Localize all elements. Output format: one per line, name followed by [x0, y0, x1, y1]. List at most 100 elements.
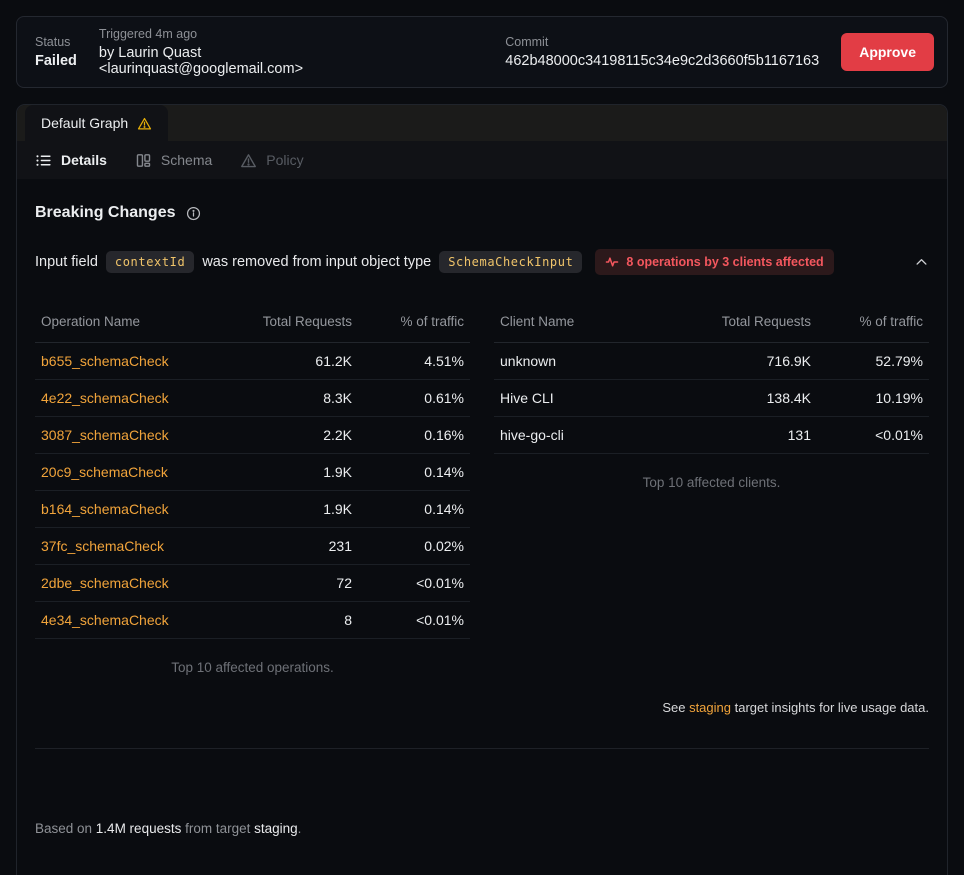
change-text-middle: was removed from input object type — [202, 254, 431, 270]
graph-panel: Default Graph Details Schema Policy — [16, 104, 948, 875]
traffic-value: <0.01% — [811, 427, 923, 443]
tab-schema-label: Schema — [161, 152, 212, 168]
graph-tab-strip: Default Graph — [17, 105, 947, 141]
check-view-toolbar: Details Schema Policy — [17, 141, 947, 179]
operation-link[interactable]: 37fc_schemaCheck — [41, 538, 234, 554]
col-client-name: Client Name — [500, 314, 693, 329]
usage-summary: Based on 1.4M requests from target stagi… — [35, 779, 929, 875]
triggered-author: by Laurin Quast <laurinquast@googlemail.… — [99, 45, 339, 77]
operation-link[interactable]: 2dbe_schemaCheck — [41, 575, 234, 591]
usage-text: Based on — [35, 821, 96, 836]
breaking-changes-heading: Breaking Changes — [35, 204, 929, 222]
requests-value: 716.9K — [693, 353, 811, 369]
usage-target-name: staging — [254, 821, 298, 836]
traffic-value: 0.61% — [352, 390, 464, 406]
info-icon[interactable] — [186, 206, 201, 221]
client-name: hive-go-cli — [500, 427, 693, 443]
triggered-label: Triggered 4m ago — [99, 27, 339, 41]
requests-value: 131 — [693, 427, 811, 443]
policy-warning-icon — [240, 152, 257, 169]
col-total-requests: Total Requests — [693, 314, 811, 329]
operation-link[interactable]: b164_schemaCheck — [41, 501, 234, 517]
client-name: Hive CLI — [500, 390, 693, 406]
approve-button[interactable]: Approve — [841, 33, 934, 71]
operations-table-header: Operation Name Total Requests % of traff… — [35, 312, 470, 343]
status-column: Status Failed — [35, 35, 77, 69]
traffic-value: <0.01% — [352, 612, 464, 628]
clients-footnote: Top 10 affected clients. — [494, 475, 929, 490]
requests-value: 1.9K — [234, 464, 352, 480]
table-row: 2dbe_schemaCheck 72 <0.01% — [35, 565, 470, 602]
table-row: 3087_schemaCheck 2.2K 0.16% — [35, 417, 470, 454]
section-title: Breaking Changes — [35, 204, 175, 222]
operation-link[interactable]: 20c9_schemaCheck — [41, 464, 234, 480]
col-operation-name: Operation Name — [41, 314, 234, 329]
affected-tables: Operation Name Total Requests % of traff… — [35, 312, 929, 675]
col-traffic: % of traffic — [352, 314, 464, 329]
requests-value: 1.9K — [234, 501, 352, 517]
requests-value: 8 — [234, 612, 352, 628]
tab-details[interactable]: Details — [35, 152, 107, 169]
col-total-requests: Total Requests — [234, 314, 352, 329]
traffic-value: <0.01% — [352, 575, 464, 591]
operations-table: Operation Name Total Requests % of traff… — [35, 312, 470, 675]
requests-value: 2.2K — [234, 427, 352, 443]
usage-request-count: 1.4M requests — [96, 821, 182, 836]
activity-pulse-icon — [605, 255, 619, 269]
table-row: 20c9_schemaCheck 1.9K 0.14% — [35, 454, 470, 491]
table-row: hive-go-cli 131 <0.01% — [494, 417, 929, 454]
operation-link[interactable]: 3087_schemaCheck — [41, 427, 234, 443]
requests-value: 61.2K — [234, 353, 352, 369]
schema-icon — [135, 152, 152, 169]
chevron-up-icon[interactable] — [914, 255, 929, 270]
commit-hash: 462b48000c34198115c34e9c2d3660f5b1167163 — [505, 53, 819, 69]
triggered-column: Triggered 4m ago by Laurin Quast <laurin… — [99, 27, 339, 77]
requests-value: 72 — [234, 575, 352, 591]
tab-policy[interactable]: Policy — [240, 152, 303, 169]
list-icon — [35, 152, 52, 169]
requests-value: 138.4K — [693, 390, 811, 406]
operation-link[interactable]: b655_schemaCheck — [41, 353, 234, 369]
affected-badge-label: 8 operations by 3 clients affected — [626, 255, 823, 269]
usage-text: from target — [181, 821, 254, 836]
status-value: Failed — [35, 53, 77, 69]
traffic-value: 52.79% — [811, 353, 923, 369]
operation-link[interactable]: 4e34_schemaCheck — [41, 612, 234, 628]
clients-table: Client Name Total Requests % of traffic … — [494, 312, 929, 675]
table-row: Hive CLI 138.4K 10.19% — [494, 380, 929, 417]
check-summary-card: Status Failed Triggered 4m ago by Laurin… — [16, 16, 948, 88]
client-name: unknown — [500, 353, 693, 369]
insights-line: See staging target insights for live usa… — [35, 700, 929, 715]
usage-text: . — [298, 821, 302, 836]
traffic-value: 0.14% — [352, 464, 464, 480]
operation-link[interactable]: 4e22_schemaCheck — [41, 390, 234, 406]
table-row: b655_schemaCheck 61.2K 4.51% — [35, 343, 470, 380]
operations-footnote: Top 10 affected operations. — [35, 660, 470, 675]
table-row: unknown 716.9K 52.79% — [494, 343, 929, 380]
usage-line-1: Based on 1.4M requests from target stagi… — [35, 819, 929, 839]
affected-operations-badge[interactable]: 8 operations by 3 clients affected — [595, 249, 833, 275]
tab-default-graph[interactable]: Default Graph — [25, 105, 168, 141]
commit-column: Commit 462b48000c34198115c34e9c2d3660f5b… — [505, 35, 819, 69]
requests-value: 231 — [234, 538, 352, 554]
type-code-pill: SchemaCheckInput — [439, 251, 582, 273]
details-content: Breaking Changes Input field contextId w… — [17, 204, 947, 875]
breaking-change-accordion-row[interactable]: Input field contextId was removed from i… — [35, 249, 929, 275]
tab-schema[interactable]: Schema — [135, 152, 212, 169]
graph-tab-label: Default Graph — [41, 115, 128, 131]
table-row: 4e22_schemaCheck 8.3K 0.61% — [35, 380, 470, 417]
table-row: 37fc_schemaCheck 231 0.02% — [35, 528, 470, 565]
traffic-value: 0.14% — [352, 501, 464, 517]
requests-value: 8.3K — [234, 390, 352, 406]
traffic-value: 0.02% — [352, 538, 464, 554]
tab-policy-label: Policy — [266, 152, 303, 168]
warning-icon — [137, 116, 152, 131]
staging-target-link[interactable]: staging — [689, 700, 731, 715]
insights-prefix: See — [662, 700, 689, 715]
clients-table-header: Client Name Total Requests % of traffic — [494, 312, 929, 343]
traffic-value: 4.51% — [352, 353, 464, 369]
table-row: 4e34_schemaCheck 8 <0.01% — [35, 602, 470, 639]
status-label: Status — [35, 35, 77, 49]
tab-details-label: Details — [61, 152, 107, 168]
traffic-value: 0.16% — [352, 427, 464, 443]
